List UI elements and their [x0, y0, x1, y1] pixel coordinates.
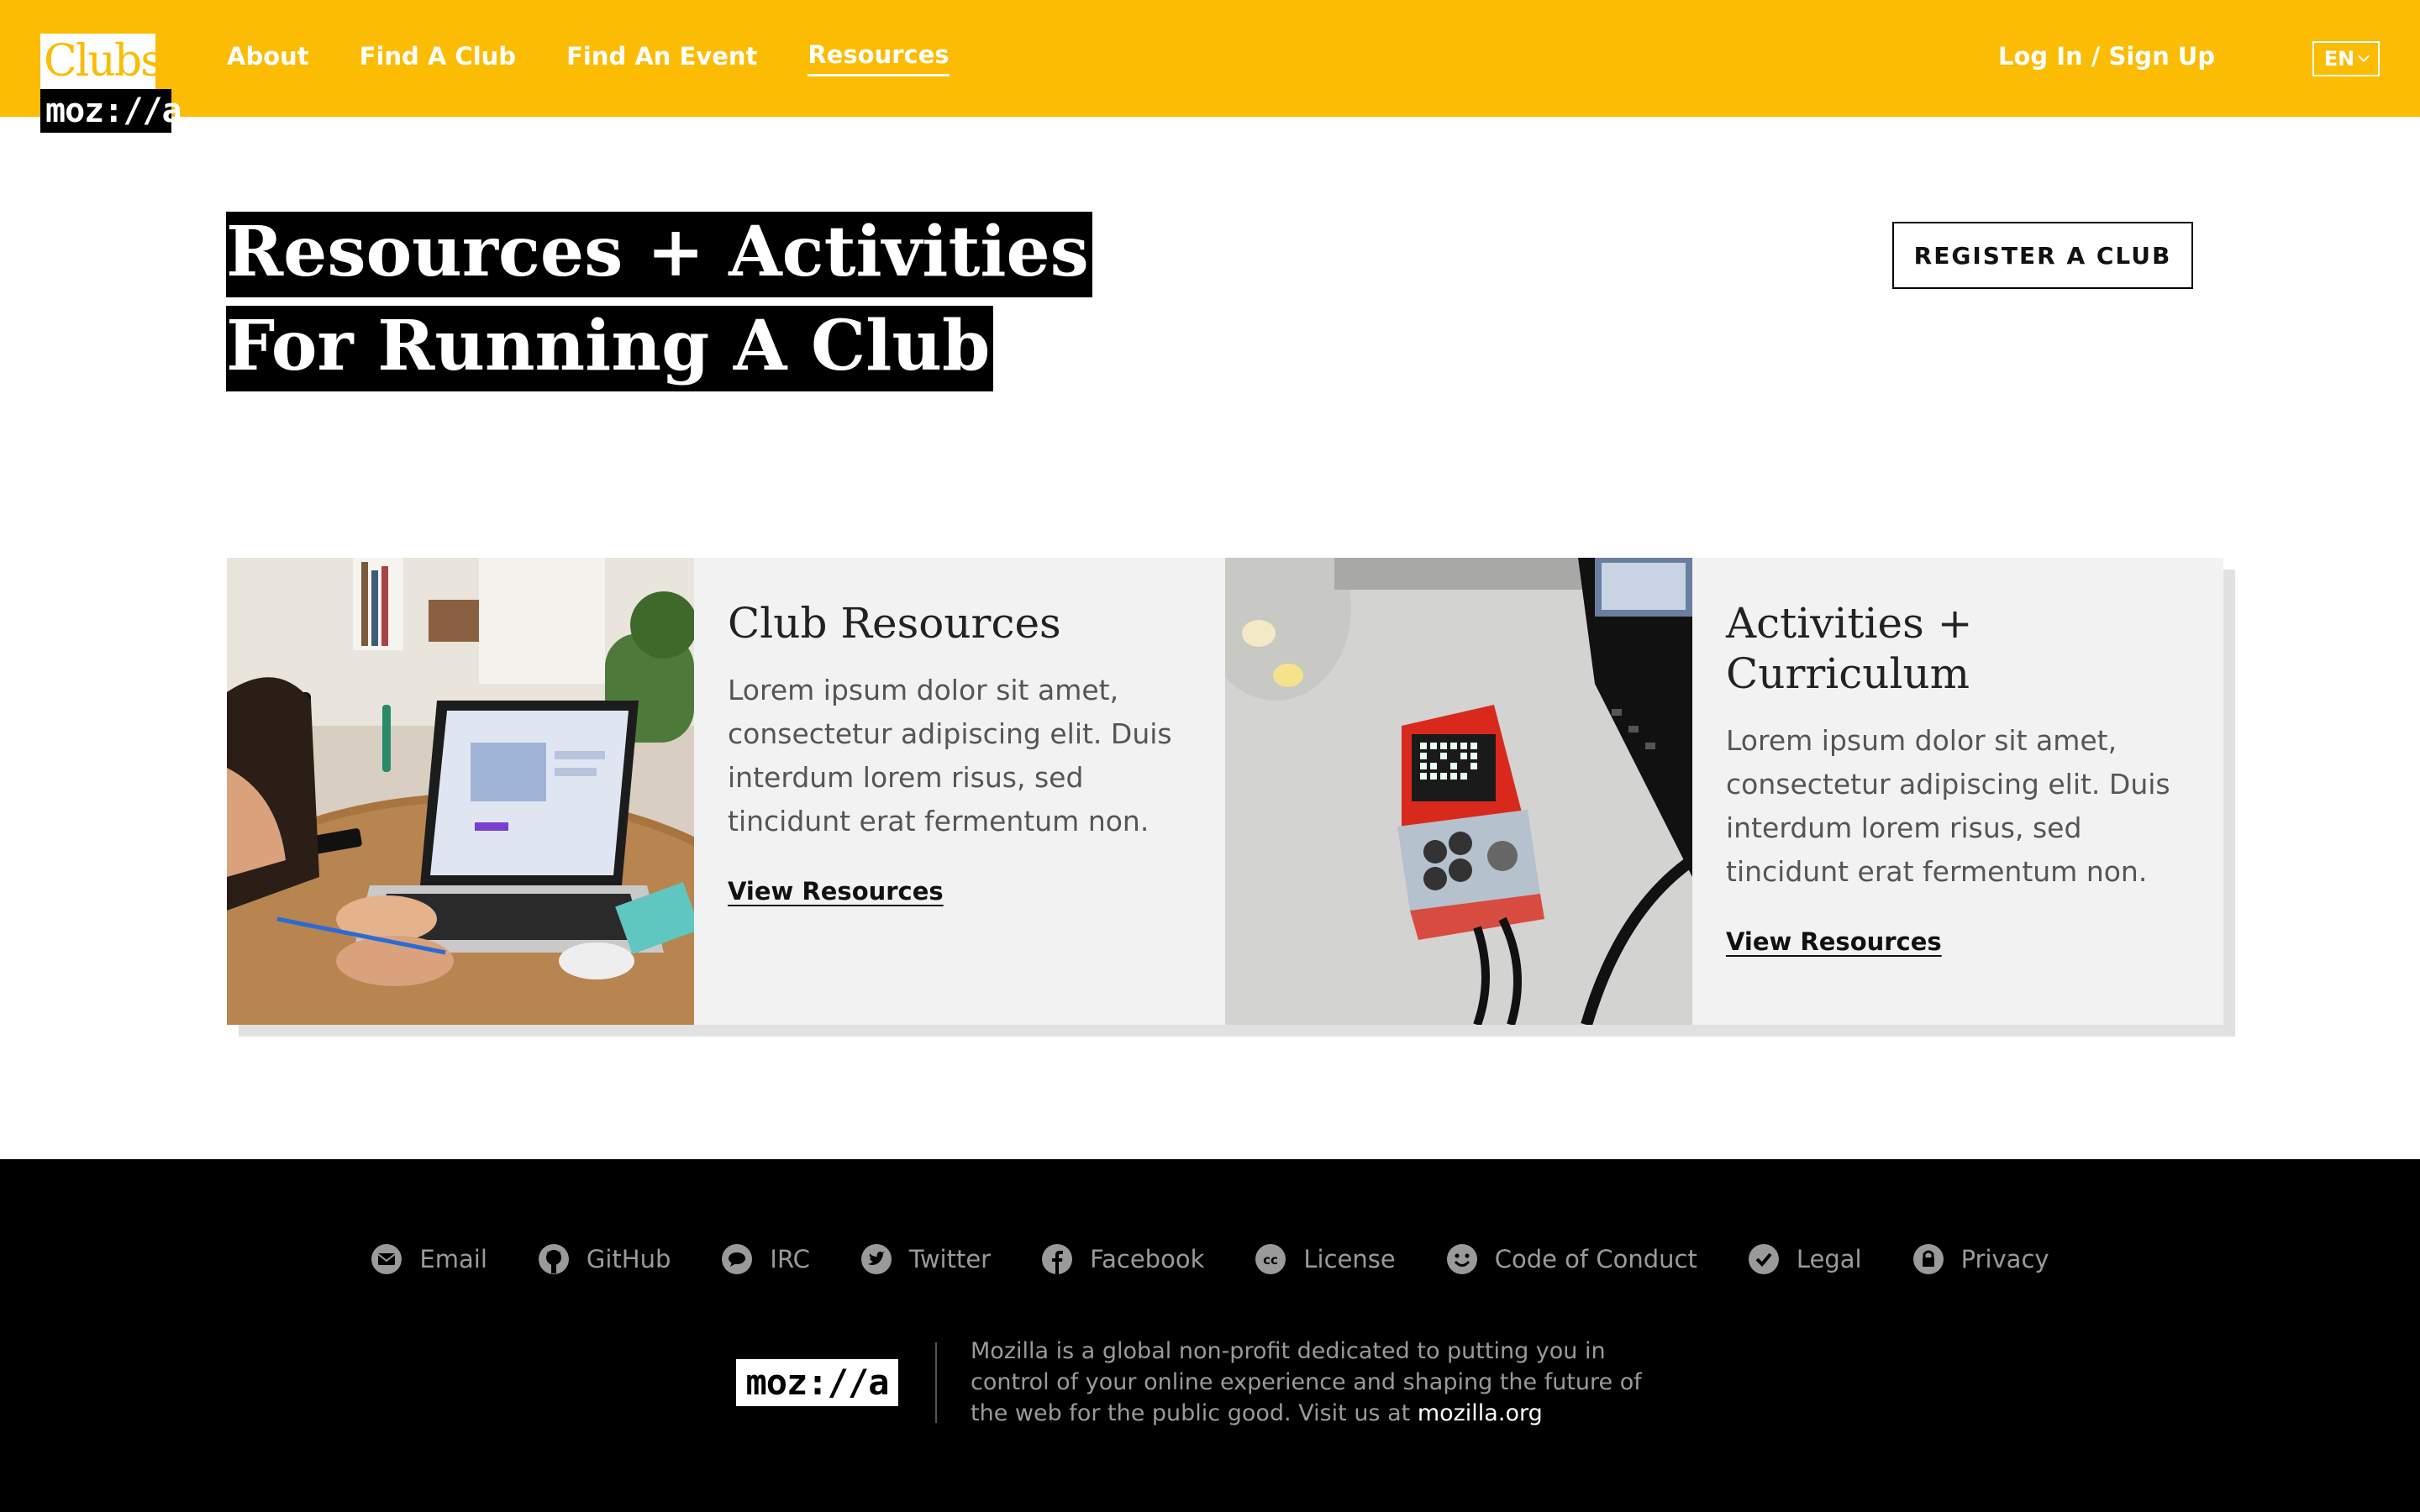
card-description: Lorem ipsum dolor sit amet, consectetur …: [728, 674, 1172, 837]
footer-link-label: IRC: [770, 1245, 810, 1273]
nav-find-a-club[interactable]: Find A Club: [360, 42, 516, 76]
laptop-photo: [227, 558, 694, 1025]
mozilla-org-link[interactable]: mozilla.org: [1418, 1400, 1543, 1426]
logo-clubs-text: Clubs: [40, 34, 163, 89]
footer-link-twitter[interactable]: Twitter: [860, 1243, 991, 1275]
footer-link-facebook[interactable]: Facebook: [1041, 1243, 1204, 1275]
footer-divider: [935, 1341, 937, 1423]
twitter-icon: [860, 1244, 892, 1274]
footer-link-label: GitHub: [586, 1245, 671, 1273]
footer-link-label: Twitter: [908, 1245, 992, 1273]
site-footer: Email GitHub IRC Twitter Facebook cc Lic…: [0, 1159, 2420, 1512]
page-title-line1: Resources + Activities: [226, 212, 1092, 297]
svg-text:cc: cc: [1263, 1252, 1278, 1268]
footer-about: moz://a Mozilla is a global non-profit d…: [736, 1336, 1676, 1429]
chevron-down-icon: [2358, 50, 2370, 63]
creative-commons-icon: cc: [1255, 1244, 1286, 1274]
footer-link-label: License: [1303, 1245, 1396, 1273]
footer-link-code-of-conduct[interactable]: Code of Conduct: [1446, 1243, 1697, 1275]
card-content: Activities + Curriculum Lorem ipsum dolo…: [1692, 558, 2223, 1025]
microbit-photo: [1225, 558, 1692, 1025]
footer-link-privacy[interactable]: Privacy: [1912, 1243, 2049, 1275]
card-title: Activities + Curriculum: [1726, 599, 1973, 698]
footer-tagline: Mozilla is a global non-profit dedicated…: [971, 1336, 1676, 1429]
nav-about[interactable]: About: [227, 42, 309, 76]
logo-mozilla-text: moz://a: [40, 89, 182, 133]
footer-link-label: Email: [419, 1245, 487, 1273]
footer-mozilla-logo[interactable]: moz://a: [736, 1358, 898, 1406]
card-description: Lorem ipsum dolor sit amet, consectetur …: [1726, 724, 2170, 888]
footer-link-label: Facebook: [1090, 1245, 1205, 1273]
footer-link-label: Privacy: [1960, 1245, 2049, 1273]
language-selector[interactable]: EN: [2312, 41, 2380, 76]
checkmark-icon: [1748, 1244, 1779, 1274]
footer-links: Email GitHub IRC Twitter Facebook cc Lic…: [0, 1243, 2420, 1275]
page-title: Resources + Activities For Running A Clu…: [226, 205, 1092, 393]
register-club-button[interactable]: REGISTER A CLUB: [1892, 222, 2193, 289]
card-content: Club Resources Lorem ipsum dolor sit ame…: [694, 558, 1225, 1025]
nav-resources[interactable]: Resources: [808, 40, 950, 76]
email-icon: [371, 1244, 402, 1274]
footer-link-label: Legal: [1796, 1245, 1862, 1273]
activities-curriculum-card: Activities + Curriculum Lorem ipsum dolo…: [1225, 558, 2223, 1025]
footer-link-email[interactable]: Email: [371, 1243, 487, 1275]
footer-link-license[interactable]: cc License: [1255, 1243, 1396, 1275]
view-resources-link[interactable]: View Resources: [728, 877, 944, 906]
nav-find-an-event[interactable]: Find An Event: [566, 42, 757, 76]
footer-link-legal[interactable]: Legal: [1748, 1243, 1862, 1275]
footer-link-label: Code of Conduct: [1494, 1245, 1697, 1273]
site-header: Clubs moz://a About Find A Club Find An …: [0, 0, 2420, 133]
page-title-line2: For Running A Club: [226, 306, 994, 391]
chat-icon: [722, 1244, 753, 1274]
clubs-logo[interactable]: Clubs moz://a: [40, 34, 182, 133]
lock-icon: [1912, 1244, 1944, 1274]
smiley-icon: [1446, 1244, 1477, 1274]
main-nav: About Find A Club Find An Event Resource…: [227, 0, 950, 117]
facebook-icon: [1042, 1244, 1073, 1274]
language-value: EN: [2323, 47, 2355, 71]
login-signup-link[interactable]: Log In / Sign Up: [1998, 42, 2215, 71]
view-resources-link[interactable]: View Resources: [1726, 927, 1942, 956]
footer-link-github[interactable]: GitHub: [538, 1243, 671, 1275]
footer-link-irc[interactable]: IRC: [721, 1243, 810, 1275]
github-icon: [538, 1244, 569, 1274]
club-resources-card: Club Resources Lorem ipsum dolor sit ame…: [227, 558, 1225, 1025]
card-title: Club Resources: [728, 599, 1061, 648]
